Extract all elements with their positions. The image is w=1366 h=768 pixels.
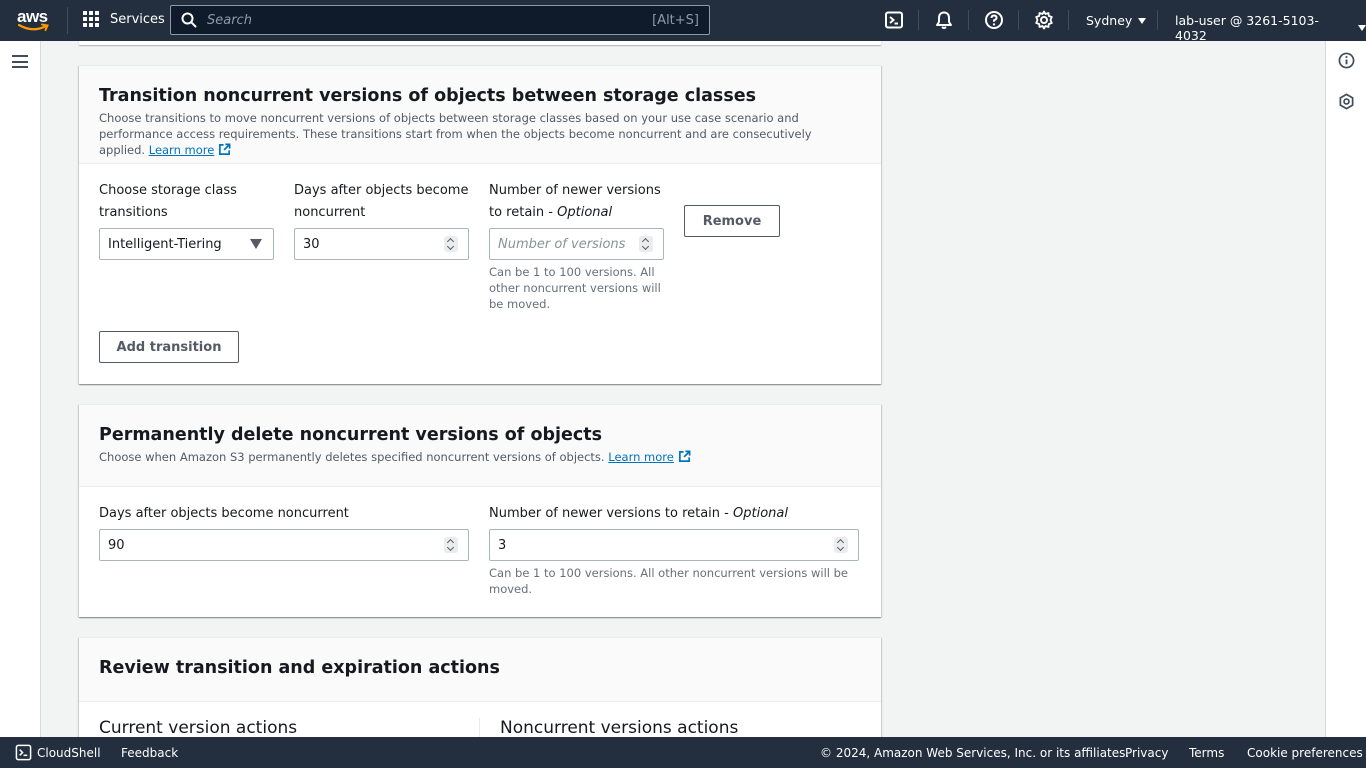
copyright-text: © 2024, Amazon Web Services, Inc. or its… — [820, 746, 1130, 760]
transition-days-input[interactable]: 30 — [294, 228, 469, 260]
hint-line3: be moved. — [489, 297, 551, 311]
menu-hamburger-icon[interactable] — [12, 55, 28, 68]
console-footer: CloudShell Feedback © 2024, Amazon Web S… — [0, 737, 1366, 768]
cloudshell-link[interactable]: CloudShell — [37, 746, 101, 760]
nav-separator — [968, 10, 969, 30]
review-header: Review transition and expiration actions — [79, 638, 881, 702]
learn-more-link[interactable]: Learn more — [149, 143, 215, 157]
transition-description: Choose transitions to move noncurrent ve… — [99, 110, 861, 158]
number-stepper-icon[interactable] — [639, 236, 653, 252]
delete-versions-label: Number of newer versions to retain - Opt… — [489, 503, 788, 525]
hint-line2: moved. — [489, 582, 533, 596]
transition-days-label: Days after objects become noncurrent — [294, 180, 468, 224]
transition-noncurrent-container: Transition noncurrent versions of object… — [79, 65, 881, 384]
delete-versions-value: 3 — [498, 537, 507, 553]
storage-class-label-line2: transitions — [99, 205, 168, 220]
transition-versions-label: Number of newer versions to retain - Opt… — [489, 180, 661, 224]
delete-versions-label-text: Number of newer versions to retain - — [489, 506, 733, 521]
delete-days-input[interactable]: 90 — [99, 529, 469, 561]
optional-label: Optional — [733, 506, 788, 521]
external-link-icon[interactable] — [678, 450, 691, 463]
right-side-rail — [1325, 41, 1366, 737]
transition-versions-placeholder: Number of versions — [498, 236, 626, 252]
storage-class-label-line1: Choose storage class — [99, 183, 237, 198]
nav-separator — [1157, 10, 1158, 30]
transition-versions-hint: Can be 1 to 100 versions. All other nonc… — [489, 264, 661, 312]
account-label: lab-user @ 3261-5103-4032 — [1175, 13, 1319, 43]
delete-description-text: Choose when Amazon S3 permanently delete… — [99, 450, 605, 464]
storage-class-label: Choose storage class transitions — [99, 180, 237, 224]
caret-down-icon — [250, 239, 262, 249]
add-transition-button[interactable]: Add transition — [99, 331, 239, 363]
nav-separator — [1018, 10, 1019, 30]
noncurrent-versions-actions-heading: Noncurrent versions actions — [500, 718, 739, 738]
review-actions-container: Review transition and expiration actions… — [79, 637, 881, 748]
settings-gear-icon[interactable] — [1034, 10, 1054, 30]
nav-divider — [67, 7, 68, 34]
info-icon[interactable] — [1338, 52, 1355, 69]
delete-description: Choose when Amazon S3 permanently delete… — [99, 449, 861, 465]
apps-grid-icon — [83, 11, 99, 27]
help-icon[interactable] — [984, 10, 1004, 30]
delete-days-value: 90 — [108, 537, 125, 553]
search-placeholder: Search — [207, 12, 252, 28]
storage-class-value: Intelligent-Tiering — [108, 236, 222, 252]
delete-versions-hint: Can be 1 to 100 versions. All other nonc… — [489, 565, 848, 597]
delete-noncurrent-container: Permanently delete noncurrent versions o… — [79, 404, 881, 617]
terms-link[interactable]: Terms — [1189, 746, 1224, 760]
optional-label: Optional — [557, 205, 613, 220]
remove-transition-button[interactable]: Remove — [684, 205, 780, 237]
top-navigation: aws Services Search [Alt+S] Sydney lab-u… — [0, 0, 1366, 43]
transition-days-value: 30 — [303, 236, 320, 252]
services-menu-button[interactable]: Services — [83, 11, 165, 27]
number-stepper-icon[interactable] — [444, 537, 458, 553]
region-label: Sydney — [1086, 13, 1133, 28]
transition-versions-label-text: to retain - — [489, 205, 558, 220]
number-stepper-icon[interactable] — [444, 236, 458, 252]
cloudshell-icon[interactable] — [884, 10, 904, 30]
delete-days-label: Days after objects become noncurrent — [99, 506, 349, 521]
transition-days-label-line1: Days after objects become — [294, 183, 469, 198]
resources-hexagon-icon[interactable] — [1338, 93, 1355, 110]
delete-title: Permanently delete noncurrent versions o… — [99, 425, 603, 445]
services-label: Services — [110, 11, 165, 27]
nav-separator — [918, 10, 919, 30]
transition-title: Transition noncurrent versions of object… — [99, 86, 757, 106]
number-stepper-icon[interactable] — [834, 537, 848, 553]
aws-logo[interactable]: aws — [17, 8, 51, 32]
search-input[interactable]: Search [Alt+S] — [170, 5, 710, 35]
transition-versions-label-line2: to retain - Optional — [489, 202, 661, 224]
delete-header: Permanently delete noncurrent versions o… — [79, 405, 881, 487]
transition-versions-input[interactable]: Number of versions — [489, 228, 664, 260]
hint-line2: other noncurrent versions will — [489, 281, 661, 295]
transition-header: Transition noncurrent versions of object… — [79, 66, 881, 164]
transition-versions-label-line1: Number of newer versions — [489, 183, 661, 198]
caret-down-icon — [1138, 17, 1147, 24]
delete-versions-input[interactable]: 3 — [489, 529, 859, 561]
account-menu[interactable]: lab-user @ 3261-5103-4032 — [1175, 13, 1366, 43]
cloudshell-icon[interactable] — [15, 744, 32, 761]
region-selector[interactable]: Sydney — [1086, 13, 1147, 28]
nav-separator — [1068, 10, 1069, 30]
hint-line1: Can be 1 to 100 versions. All other nonc… — [489, 566, 848, 580]
hint-line1: Can be 1 to 100 versions. All — [489, 265, 655, 279]
caret-down-icon — [1358, 25, 1366, 31]
search-shortcut: [Alt+S] — [652, 12, 699, 28]
current-version-actions-heading: Current version actions — [99, 718, 298, 738]
transition-days-label-line2: noncurrent — [294, 205, 366, 220]
review-title: Review transition and expiration actions — [99, 658, 500, 678]
left-side-rail — [0, 41, 41, 737]
search-icon — [181, 12, 197, 28]
privacy-link[interactable]: Privacy — [1125, 746, 1168, 760]
aws-smile-icon — [18, 23, 49, 31]
storage-class-select[interactable]: Intelligent-Tiering — [99, 228, 274, 260]
cookie-preferences-link[interactable]: Cookie preferences — [1247, 746, 1363, 760]
previous-container-edge — [79, 41, 881, 45]
learn-more-link[interactable]: Learn more — [608, 450, 674, 464]
external-link-icon[interactable] — [218, 143, 231, 156]
feedback-link[interactable]: Feedback — [121, 746, 178, 760]
notifications-bell-icon[interactable] — [934, 10, 954, 30]
